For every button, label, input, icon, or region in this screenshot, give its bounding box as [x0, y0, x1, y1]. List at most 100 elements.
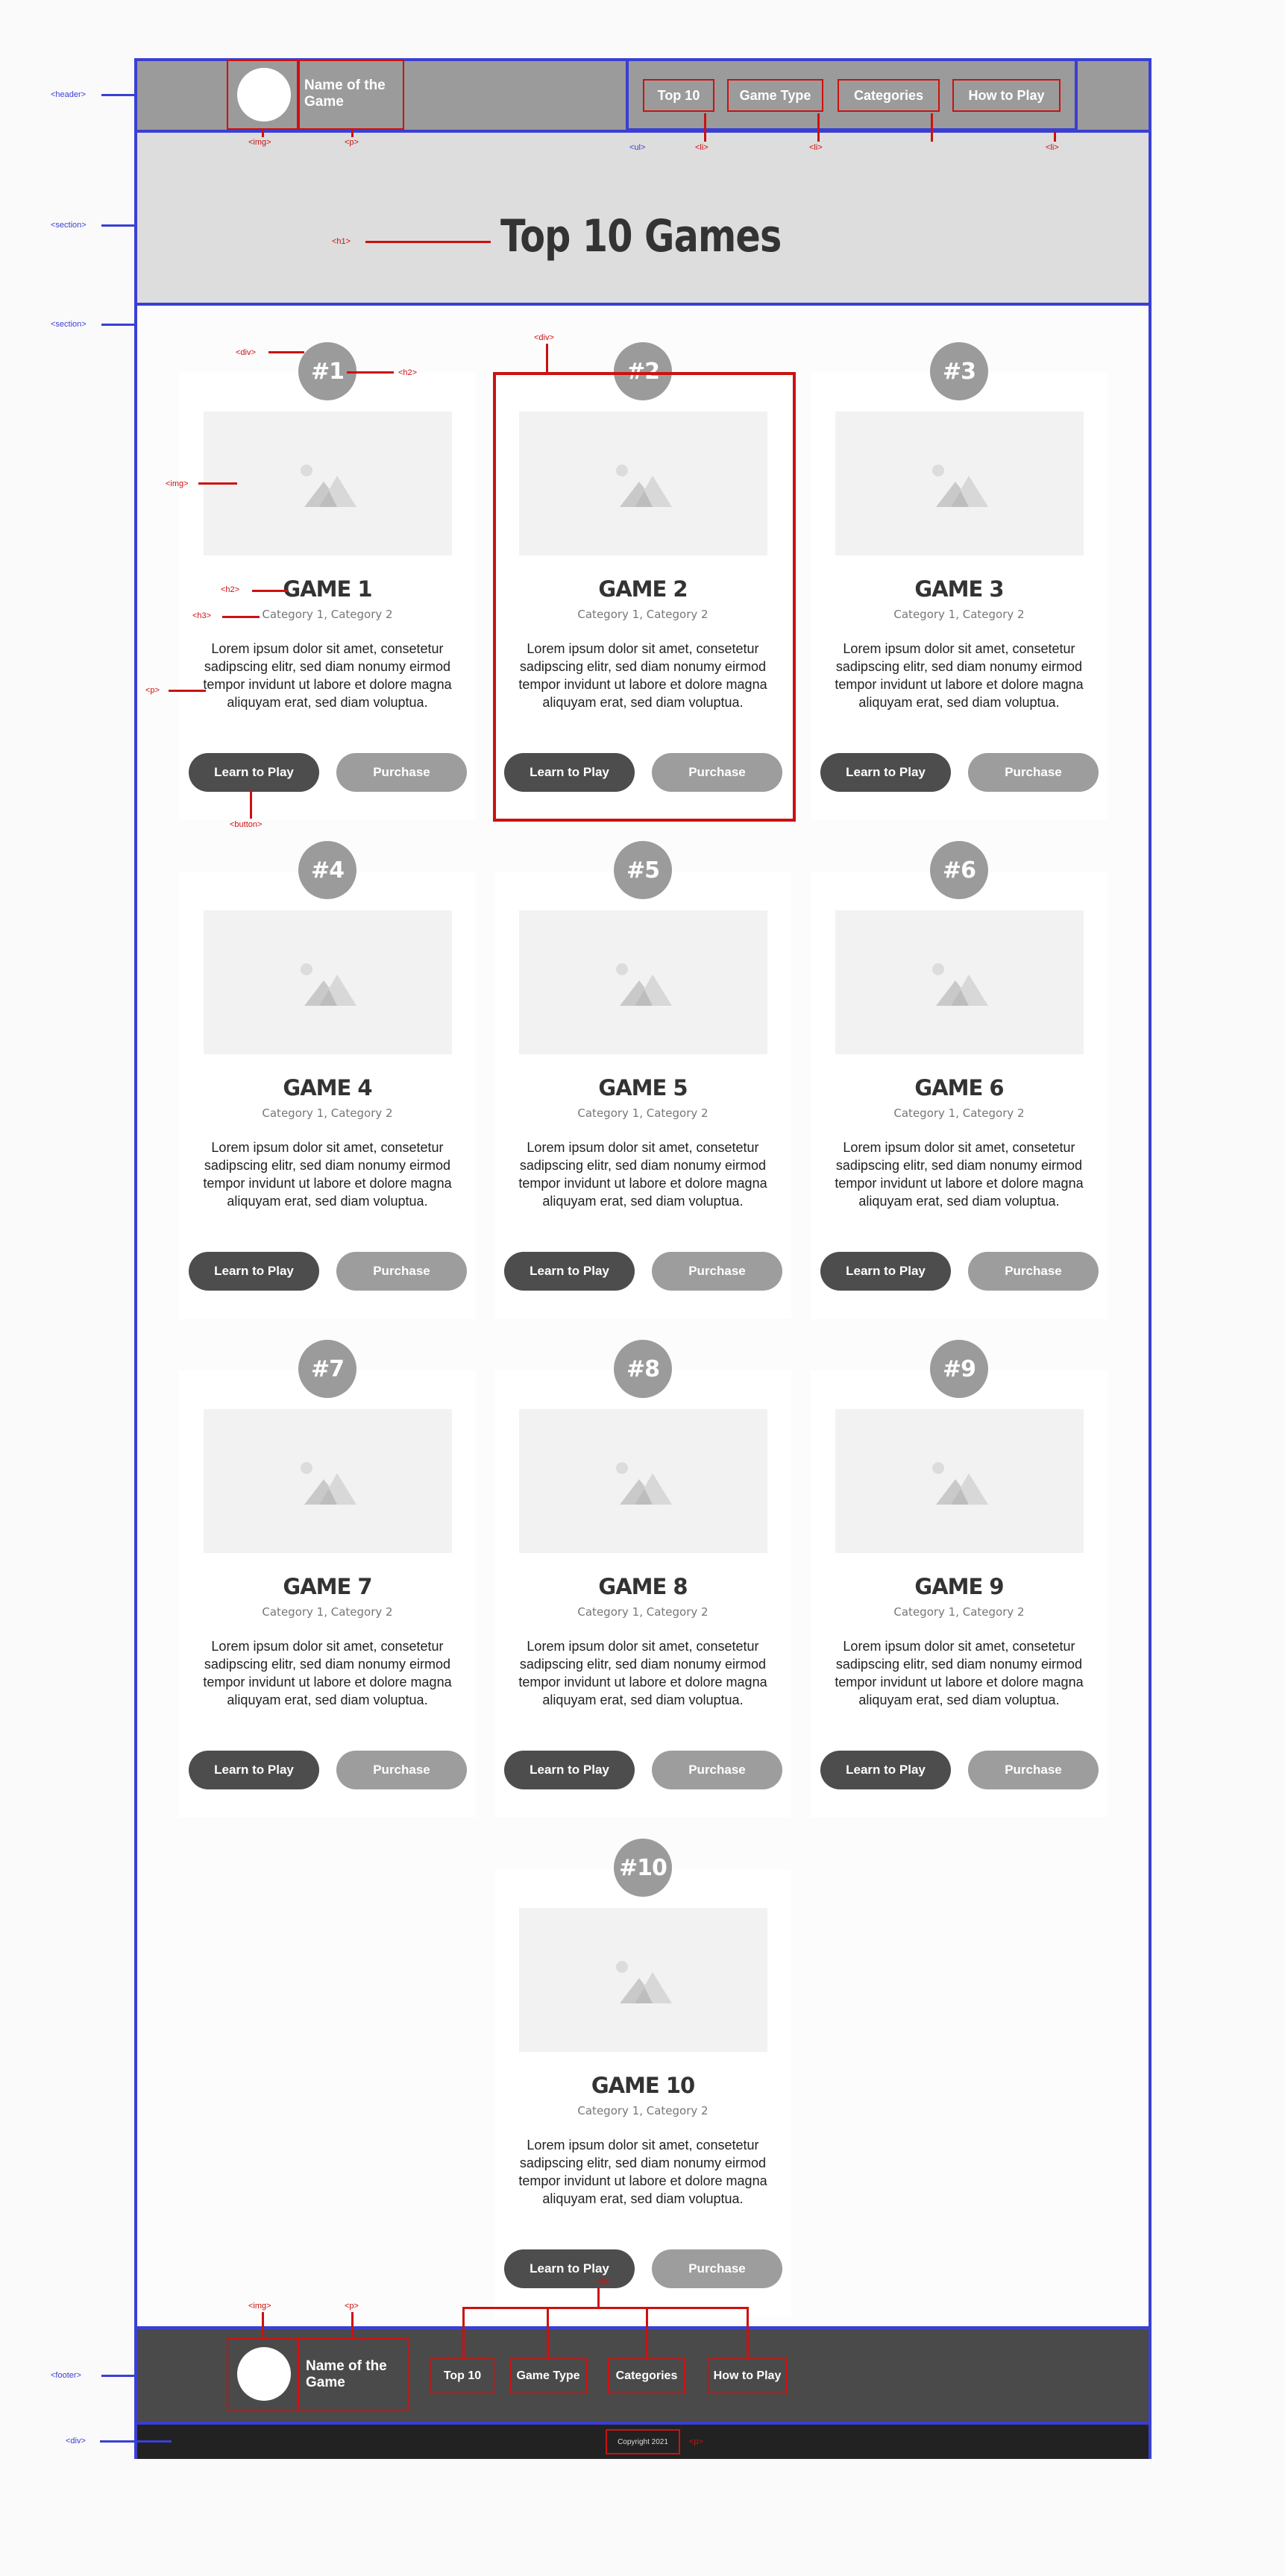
game-title: GAME 3	[914, 576, 1004, 602]
annotation-img-footer-line	[262, 2312, 264, 2337]
annotation-li-footer-drop-3	[646, 2307, 648, 2358]
game-title: GAME 9	[914, 1574, 1004, 1599]
annotation-p-line	[351, 130, 354, 137]
copyright-text: Copyright 2021	[606, 2429, 680, 2454]
purchase-button[interactable]: Purchase	[336, 1252, 467, 1291]
game-categories: Category 1, Category 2	[893, 608, 1025, 621]
annotation-div-highlight: <div>	[534, 333, 554, 342]
game-thumbnail	[204, 1409, 452, 1553]
image-placeholder-icon	[616, 963, 672, 1006]
game-categories: Category 1, Category 2	[262, 608, 393, 621]
purchase-button[interactable]: Purchase	[652, 1751, 782, 1789]
game-rank-badge: #3	[930, 342, 988, 400]
annotation-img-line	[262, 130, 264, 137]
purchase-button[interactable]: Purchase	[336, 1751, 467, 1789]
game-thumbnail	[835, 1409, 1084, 1553]
footer-nav-categories[interactable]: Categories	[608, 2358, 685, 2394]
game-rank-badge: #4	[298, 841, 356, 899]
purchase-button[interactable]: Purchase	[652, 2249, 782, 2288]
game-description: Lorem ipsum dolor sit amet, consetetur s…	[203, 1639, 452, 1707]
game-categories: Category 1, Category 2	[577, 1605, 709, 1619]
annotation-p-footer: <p>	[345, 2302, 359, 2311]
game-card: GAME 1 Category 1, Category 2 Lorem ipsum …	[179, 373, 476, 820]
game-thumbnail	[835, 910, 1084, 1054]
game-description: Lorem ipsum dolor sit amet, consetetur s…	[835, 1140, 1084, 1209]
purchase-button[interactable]: Purchase	[336, 753, 467, 792]
purchase-button[interactable]: Purchase	[652, 1252, 782, 1291]
annotation-h2-rank-line	[347, 371, 394, 374]
annotation-div-copy: <div>	[66, 2437, 86, 2446]
game-description: Lorem ipsum dolor sit amet, consetetur s…	[518, 2138, 767, 2206]
annotation-img: <img>	[248, 138, 271, 147]
annotation-h3: <h3>	[192, 611, 212, 620]
annotation-button: <button>	[230, 820, 263, 829]
annotation-h2-title-line	[252, 590, 288, 592]
game-thumbnail	[519, 910, 767, 1054]
learn-to-play-button[interactable]: Learn to Play	[820, 1252, 951, 1291]
game-rank-badge: #10	[614, 1839, 672, 1897]
annotation-li-2: <li>	[809, 143, 823, 152]
hero-bottom-border	[137, 303, 1149, 306]
purchase-button[interactable]: Purchase	[968, 753, 1099, 792]
annotation-button-line	[250, 790, 252, 819]
annotation-li-3-line	[931, 113, 933, 142]
annotation-p-footer-line	[351, 2312, 354, 2337]
annotation-div-copy-line	[100, 2440, 172, 2443]
annotation-h3-line	[222, 616, 260, 618]
game-card: GAME 5 Category 1, Category 2 Lorem ipsum …	[494, 872, 791, 1319]
annotation-section-games-line	[101, 324, 134, 326]
annotation-p-copy: <p>	[689, 2437, 703, 2446]
game-card: GAME 9 Category 1, Category 2 Lorem ipsum …	[811, 1370, 1108, 1818]
annotation-h1: <h1>	[332, 237, 351, 246]
game-thumbnail	[519, 1409, 767, 1553]
game-title: GAME 4	[283, 1075, 372, 1100]
annotation-li-footer-drop-4	[747, 2307, 749, 2358]
game-card: GAME 7 Category 1, Category 2 Lorem ipsum …	[179, 1370, 476, 1818]
annotation-ul: <ul>	[629, 143, 646, 152]
game-card: GAME 4 Category 1, Category 2 Lorem ipsum …	[179, 872, 476, 1319]
learn-to-play-button[interactable]: Learn to Play	[820, 1751, 951, 1789]
game-title: GAME 5	[598, 1075, 688, 1100]
annotation-li-footer-stem	[597, 2287, 600, 2308]
game-description: Lorem ipsum dolor sit amet, consetetur s…	[518, 1639, 767, 1707]
annotation-li-footer-drop-2	[547, 2307, 549, 2358]
game-rank-badge: #5	[614, 841, 672, 899]
annotation-h2-title: <h2>	[221, 585, 240, 594]
game-rank-badge: #9	[930, 1340, 988, 1398]
image-placeholder-icon	[301, 963, 356, 1006]
footer-nav-game-type[interactable]: Game Type	[509, 2358, 587, 2394]
footer-divider	[137, 2422, 1149, 2425]
game-categories: Category 1, Category 2	[577, 2104, 709, 2117]
purchase-button[interactable]: Purchase	[968, 1751, 1099, 1789]
learn-to-play-button[interactable]: Learn to Play	[820, 753, 951, 792]
annotation-img-card-line	[198, 482, 237, 485]
annotation-header-line	[101, 94, 134, 96]
game-description: Lorem ipsum dolor sit amet, consetetur s…	[518, 1140, 767, 1209]
purchase-button[interactable]: Purchase	[968, 1252, 1099, 1291]
div-annotation-box	[493, 372, 796, 822]
footer-nav-how-to-play[interactable]: How to Play	[707, 2358, 788, 2394]
learn-to-play-button[interactable]: Learn to Play	[189, 1252, 319, 1291]
game-card: GAME 3 Category 1, Category 2 Lorem ipsum …	[811, 373, 1108, 820]
annotation-li-1-line	[704, 113, 706, 142]
annotation-div-card: <div>	[236, 348, 256, 357]
annotation-div-card-line	[268, 351, 304, 353]
ul-annotation-box	[626, 58, 1078, 131]
page-title: Top 10 Games	[500, 210, 782, 262]
game-title: GAME 10	[591, 2073, 695, 2098]
footer-nav-top-10[interactable]: Top 10	[430, 2358, 494, 2394]
game-description: Lorem ipsum dolor sit amet, consetetur s…	[203, 641, 452, 710]
game-description: Lorem ipsum dolor sit amet, consetetur s…	[835, 641, 1084, 710]
game-thumbnail	[519, 1908, 767, 2052]
learn-to-play-button[interactable]: Learn to Play	[504, 1751, 635, 1789]
annotation-img-card: <img>	[166, 479, 189, 488]
learn-to-play-button[interactable]: Learn to Play	[504, 2249, 635, 2288]
learn-to-play-button[interactable]: Learn to Play	[189, 1751, 319, 1789]
learn-to-play-button[interactable]: Learn to Play	[189, 753, 319, 792]
game-card: GAME 10 Category 1, Category 2 Lorem ipsum…	[494, 1869, 791, 2317]
annotation-h2-rank: <h2>	[398, 368, 418, 377]
learn-to-play-button[interactable]: Learn to Play	[504, 1252, 635, 1291]
annotation-footer: <footer>	[51, 2371, 81, 2380]
annotation-li-footer-drop-1	[462, 2307, 465, 2358]
annotation-p: <p>	[345, 138, 359, 147]
